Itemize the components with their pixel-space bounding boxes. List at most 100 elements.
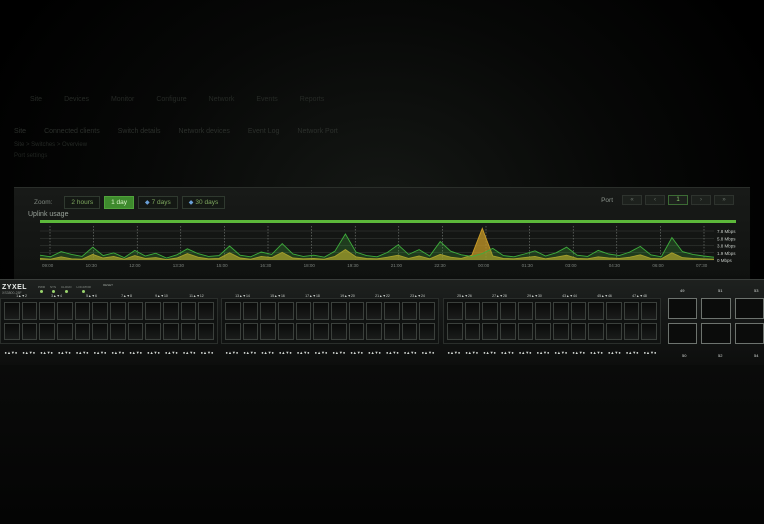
sfp-port[interactable]: [295, 322, 312, 340]
sfp-port[interactable]: [21, 322, 38, 340]
sfp-port[interactable]: [606, 322, 622, 340]
nav-item[interactable]: Configure: [156, 96, 186, 103]
sfp-port[interactable]: [517, 302, 534, 320]
sfp-port[interactable]: [401, 302, 418, 320]
sfp-port[interactable]: [127, 322, 144, 340]
sfp-port[interactable]: [295, 302, 312, 320]
uplink-port[interactable]: [668, 323, 698, 344]
sfp-port[interactable]: [260, 322, 276, 340]
sfp-port[interactable]: [313, 302, 329, 320]
sfp-port[interactable]: [260, 302, 276, 320]
sfp-port[interactable]: [570, 302, 587, 320]
sfp-port[interactable]: [127, 302, 144, 320]
tab-item[interactable]: Connected clients: [44, 128, 100, 135]
sfp-port[interactable]: [570, 322, 587, 340]
sfp-port[interactable]: [366, 302, 382, 320]
sfp-port[interactable]: [92, 302, 108, 320]
sfp-port[interactable]: [92, 322, 108, 340]
sfp-port[interactable]: [641, 302, 657, 320]
port-led: ●▲▼●: [368, 350, 381, 355]
sfp-port[interactable]: [110, 322, 126, 340]
port-number: 15▲▼16: [270, 294, 285, 298]
sfp-port[interactable]: [278, 322, 294, 340]
nav-item[interactable]: Site: [30, 96, 42, 103]
nav-item[interactable]: Reports: [300, 96, 325, 103]
nav-item[interactable]: Monitor: [111, 96, 134, 103]
sfp-port[interactable]: [500, 322, 516, 340]
sfp-port[interactable]: [535, 322, 551, 340]
tab-item[interactable]: Site: [14, 128, 26, 135]
sfp-port[interactable]: [588, 302, 604, 320]
uplink-port-number: 52: [718, 353, 723, 358]
sfp-port[interactable]: [163, 322, 179, 340]
sfp-port[interactable]: [464, 322, 481, 340]
tab-item[interactable]: Event Log: [248, 128, 280, 135]
sfp-port[interactable]: [21, 302, 38, 320]
sfp-port[interactable]: [180, 302, 197, 320]
x-tick-label: 12:00: [129, 263, 141, 268]
sfp-port[interactable]: [313, 322, 329, 340]
sfp-port[interactable]: [482, 302, 498, 320]
sfp-port[interactable]: [331, 322, 347, 340]
sfp-port[interactable]: [401, 322, 418, 340]
sfp-port[interactable]: [74, 322, 91, 340]
tab-item[interactable]: Network Port: [297, 128, 337, 135]
sfp-port[interactable]: [4, 302, 20, 320]
uplink-port[interactable]: [734, 323, 764, 344]
nav-item[interactable]: Devices: [64, 96, 89, 103]
sfp-port[interactable]: [553, 322, 569, 340]
sfp-port[interactable]: [464, 302, 481, 320]
port-led: ●▲▼●: [200, 350, 214, 355]
sfp-port[interactable]: [482, 322, 498, 340]
uplink-port[interactable]: [734, 298, 764, 319]
sfp-port[interactable]: [110, 302, 126, 320]
sfp-port[interactable]: [198, 302, 214, 320]
sfp-port[interactable]: [180, 322, 197, 340]
sfp-port[interactable]: [225, 302, 241, 320]
sfp-port[interactable]: [535, 302, 551, 320]
nav-item[interactable]: Network: [209, 96, 235, 103]
sfp-port[interactable]: [39, 302, 55, 320]
sfp-port[interactable]: [39, 322, 55, 340]
sfp-port[interactable]: [348, 322, 365, 340]
sfp-port[interactable]: [366, 322, 382, 340]
sfp-port[interactable]: [447, 322, 463, 340]
sfp-port[interactable]: [4, 322, 20, 340]
sfp-port[interactable]: [384, 302, 400, 320]
port-led: ●▲▼●: [607, 350, 621, 355]
tab-item[interactable]: Network devices: [179, 128, 230, 135]
tab-item[interactable]: Switch details: [118, 128, 161, 135]
port-leds: ●▲▼● ●▲▼● ●▲▼● ●▲▼● ●▲▼● ●▲▼● ●▲▼● ●▲▼● ●▲▼● ●▲▼●…: [445, 350, 659, 355]
sfp-port[interactable]: [242, 322, 259, 340]
sfp-port[interactable]: [500, 302, 516, 320]
sfp-port[interactable]: [145, 322, 161, 340]
sfp-port[interactable]: [588, 322, 604, 340]
sfp-port[interactable]: [384, 322, 400, 340]
sfp-port[interactable]: [145, 302, 161, 320]
sfp-port[interactable]: [57, 322, 73, 340]
sfp-port[interactable]: [163, 302, 179, 320]
sfp-port[interactable]: [517, 322, 534, 340]
sfp-port[interactable]: [242, 302, 259, 320]
sfp-port[interactable]: [198, 322, 214, 340]
port-number: 23▲▼24: [410, 294, 425, 298]
sfp-port[interactable]: [57, 302, 73, 320]
sfp-port[interactable]: [278, 302, 294, 320]
uplink-port[interactable]: [668, 298, 698, 319]
sfp-port[interactable]: [623, 302, 640, 320]
sfp-port[interactable]: [553, 302, 569, 320]
sfp-port[interactable]: [606, 302, 622, 320]
sfp-port[interactable]: [419, 322, 435, 340]
sfp-port[interactable]: [623, 322, 640, 340]
sfp-port[interactable]: [348, 302, 365, 320]
uplink-port[interactable]: [701, 298, 731, 319]
x-tick-label: 18:00: [304, 263, 316, 268]
sfp-port[interactable]: [641, 322, 657, 340]
nav-item[interactable]: Events: [256, 96, 277, 103]
sfp-port[interactable]: [331, 302, 347, 320]
sfp-port[interactable]: [419, 302, 435, 320]
sfp-port[interactable]: [74, 302, 91, 320]
sfp-port[interactable]: [447, 302, 463, 320]
uplink-port[interactable]: [701, 323, 731, 344]
sfp-port[interactable]: [225, 322, 241, 340]
